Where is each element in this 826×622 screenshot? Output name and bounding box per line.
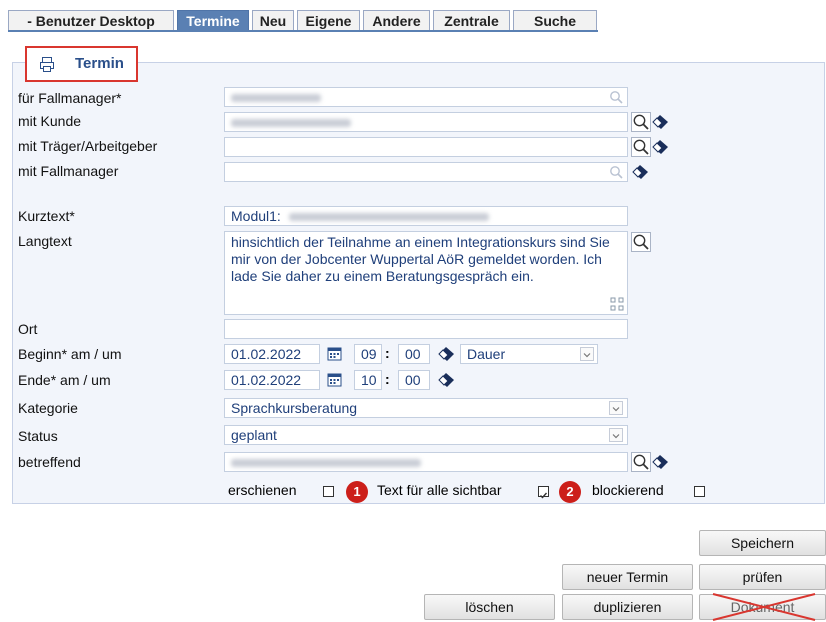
label-blockierend: blockierend [592, 482, 664, 498]
chevron-down-icon [580, 347, 594, 361]
expand-icon[interactable] [610, 297, 624, 311]
tab-termine[interactable]: Termine [177, 10, 249, 30]
time-separator: : [385, 371, 390, 387]
tab-andere[interactable]: Andere [363, 10, 430, 30]
checkmark-icon [540, 492, 548, 499]
eraser-icon[interactable] [651, 454, 669, 470]
ende-minute-field[interactable]: 00 [398, 370, 430, 390]
loeschen-button[interactable]: löschen [424, 594, 555, 620]
betreffend-search-button[interactable] [631, 452, 651, 472]
annotation-badge-1: 1 [346, 481, 368, 503]
langtext-field[interactable]: hinsichtlich der Teilnahme an einem Inte… [224, 231, 628, 315]
label-traeger: mit Träger/Arbeitgeber [18, 138, 158, 154]
ort-field[interactable] [224, 319, 628, 339]
chevron-down-icon [609, 428, 623, 442]
ende-hour-field[interactable]: 10 [354, 370, 382, 390]
eraser-icon[interactable] [651, 114, 669, 130]
label-ende: Ende* am / um [18, 372, 111, 388]
tab-benutzer-desktop[interactable]: - Benutzer Desktop [8, 10, 174, 30]
section-title: Termin [75, 55, 124, 72]
redacted-value [288, 213, 489, 222]
tab-suche[interactable]: Suche [513, 10, 597, 30]
label-mit-fallmanager: mit Fallmanager [18, 163, 119, 179]
calendar-icon[interactable] [327, 372, 342, 387]
traeger-search-button[interactable] [631, 137, 651, 157]
label-text-sichtbar: Text für alle sichtbar [377, 482, 502, 498]
label-beginn: Beginn* am / um [18, 346, 122, 362]
termin-section-header: Termin [25, 46, 138, 82]
printer-icon[interactable] [39, 56, 55, 72]
status-value: geplant [231, 427, 277, 443]
label-kunde: mit Kunde [18, 113, 82, 129]
search-icon [633, 114, 649, 130]
beginn-minute-field[interactable]: 00 [398, 344, 430, 364]
mit-fallmanager-field[interactable] [224, 162, 628, 182]
ende-date-field[interactable]: 01.02.2022 [224, 370, 320, 390]
kategorie-select[interactable]: Sprachkursberatung [224, 398, 628, 418]
label-kurztext: Kurztext* [18, 208, 75, 224]
kurztext-field[interactable]: Modul1: [224, 206, 628, 226]
label-status: Status [18, 428, 58, 444]
pruefen-button[interactable]: prüfen [699, 564, 826, 590]
chevron-down-icon [609, 401, 623, 415]
label-fallmanager: für Fallmanager* [18, 90, 122, 106]
label-ort: Ort [18, 321, 38, 337]
cross-out-mark [712, 593, 816, 621]
search-icon [633, 454, 649, 470]
betreffend-field[interactable] [224, 452, 628, 472]
label-betreffend: betreffend [18, 454, 81, 470]
search-icon [610, 166, 623, 179]
dauer-value: Dauer [467, 346, 506, 362]
search-icon [610, 91, 623, 104]
kategorie-value: Sprachkursberatung [231, 400, 358, 416]
time-separator: : [385, 345, 390, 361]
redacted-value [231, 94, 321, 103]
label-kategorie: Kategorie [18, 400, 78, 416]
redacted-value [231, 459, 421, 468]
fallmanager-field[interactable] [224, 87, 628, 107]
calendar-icon[interactable] [327, 346, 342, 361]
status-select[interactable]: geplant [224, 425, 628, 445]
eraser-icon[interactable] [631, 164, 649, 180]
tab-neu[interactable]: Neu [252, 10, 294, 30]
traeger-field[interactable] [224, 137, 628, 157]
tab-underline [8, 30, 598, 32]
neuer-termin-button[interactable]: neuer Termin [562, 564, 693, 590]
label-erschienen: erschienen [228, 482, 297, 498]
speichern-button[interactable]: Speichern [699, 530, 826, 556]
beginn-hour-field[interactable]: 09 [354, 344, 382, 364]
redacted-value [231, 119, 351, 128]
eraser-icon[interactable] [437, 372, 455, 388]
kunde-field[interactable] [224, 112, 628, 132]
annotation-badge-2: 2 [559, 481, 581, 503]
eraser-icon[interactable] [437, 346, 455, 362]
kunde-search-button[interactable] [631, 112, 651, 132]
tab-eigene[interactable]: Eigene [297, 10, 360, 30]
erschienen-checkbox[interactable] [323, 486, 334, 497]
langtext-value: hinsichtlich der Teilnahme an einem Inte… [231, 234, 610, 284]
text-sichtbar-checkbox[interactable] [538, 486, 549, 499]
eraser-icon[interactable] [651, 139, 669, 155]
kurztext-prefix: Modul1: [231, 208, 281, 224]
blockierend-checkbox[interactable] [694, 486, 705, 497]
langtext-search-button[interactable] [631, 232, 651, 252]
dauer-select[interactable]: Dauer [460, 344, 598, 364]
duplizieren-button[interactable]: duplizieren [562, 594, 693, 620]
tab-zentrale[interactable]: Zentrale [433, 10, 510, 30]
label-langtext: Langtext [18, 233, 72, 249]
search-icon [633, 139, 649, 155]
search-icon [633, 234, 649, 250]
beginn-date-field[interactable]: 01.02.2022 [224, 344, 320, 364]
